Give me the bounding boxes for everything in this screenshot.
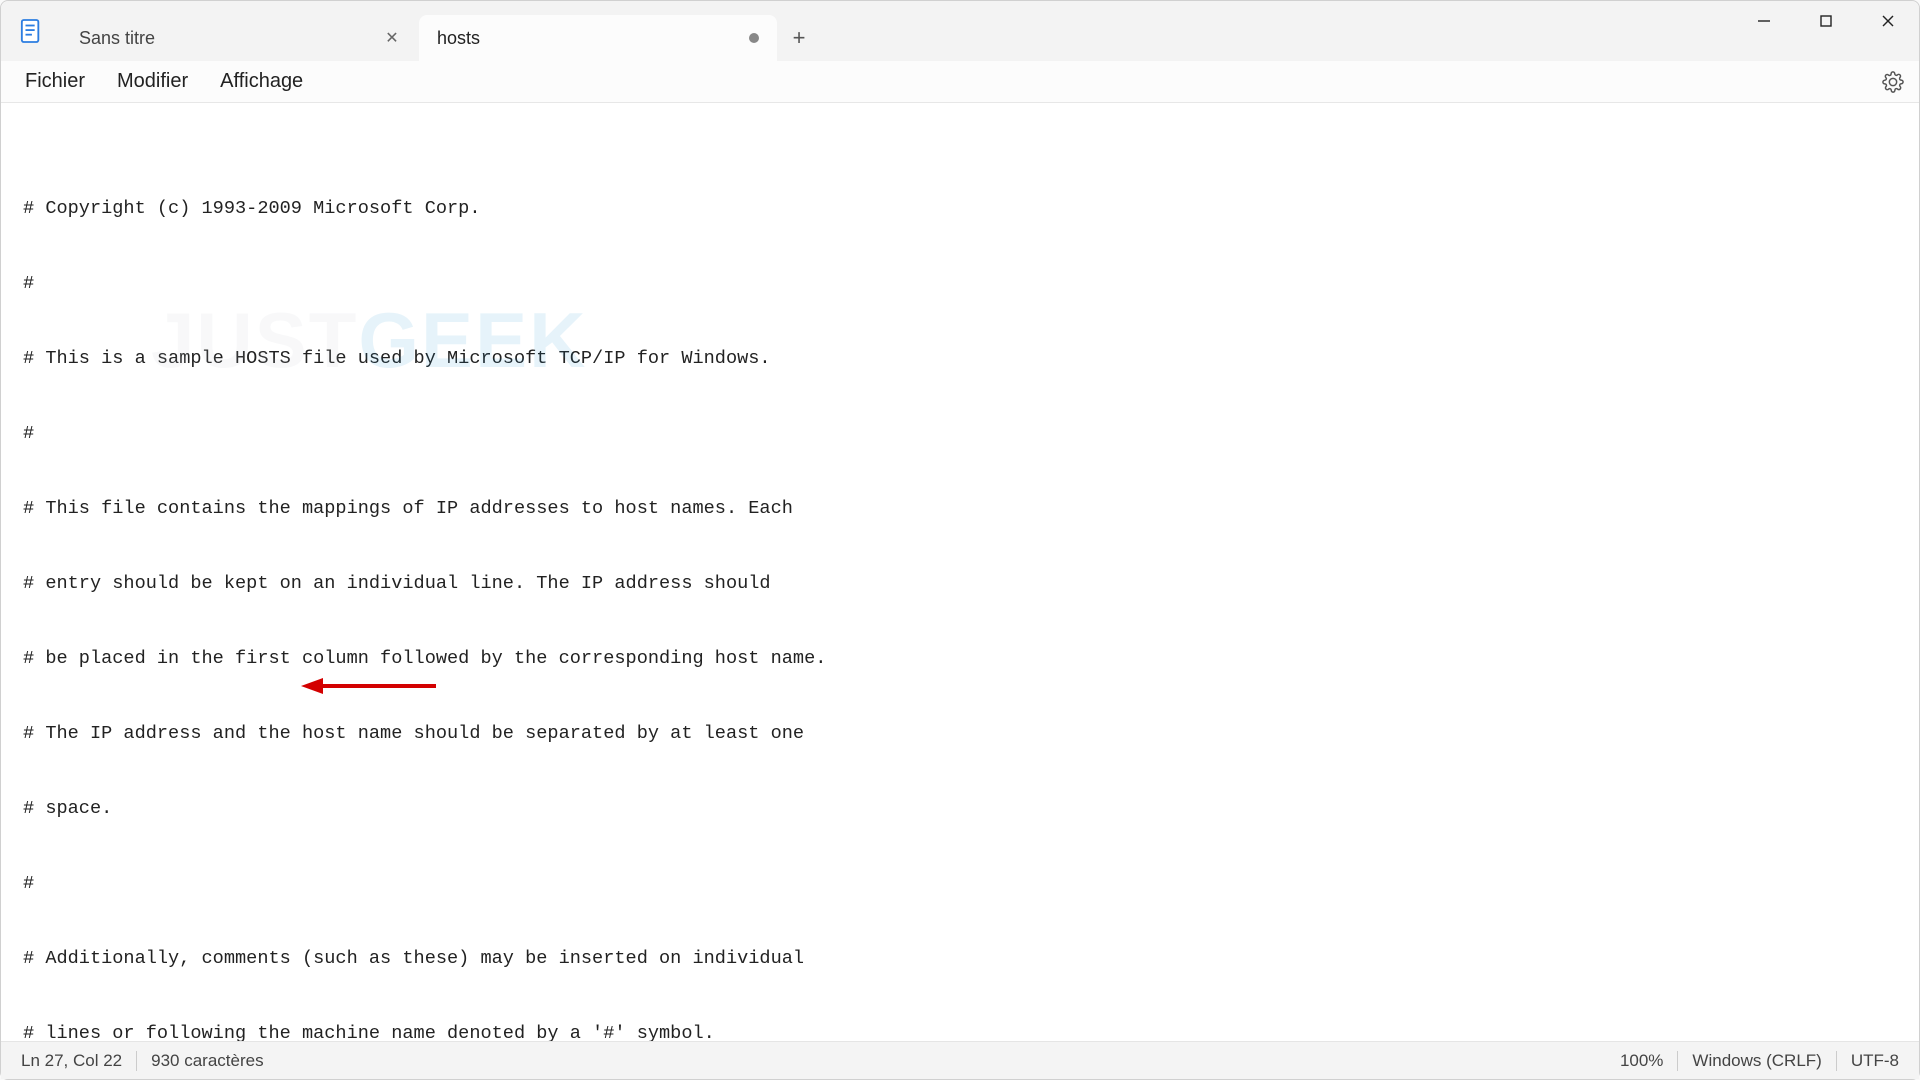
text-line: # This file contains the mappings of IP … — [23, 496, 1897, 521]
text-line: # — [23, 421, 1897, 446]
dirty-indicator-icon — [749, 33, 759, 43]
text-editor[interactable]: JUSTGEEK # Copyright (c) 1993-2009 Micro… — [1, 103, 1919, 1041]
minimize-button[interactable] — [1733, 1, 1795, 41]
tab-title: hosts — [437, 28, 741, 49]
maximize-icon — [1819, 14, 1833, 28]
status-eol[interactable]: Windows (CRLF) — [1692, 1051, 1821, 1071]
plus-icon: + — [793, 25, 806, 51]
settings-button[interactable] — [1875, 64, 1911, 100]
close-button[interactable] — [1857, 1, 1919, 41]
text-line: # — [23, 871, 1897, 896]
text-line: # — [23, 271, 1897, 296]
close-icon — [1881, 14, 1895, 28]
annotation-arrow-icon — [301, 675, 441, 697]
menu-view[interactable]: Affichage — [204, 64, 319, 99]
menubar: Fichier Modifier Affichage — [1, 61, 1919, 103]
close-icon[interactable]: ✕ — [383, 29, 401, 47]
status-zoom[interactable]: 100% — [1620, 1051, 1663, 1071]
text-line: # Additionally, comments (such as these)… — [23, 946, 1897, 971]
menu-file[interactable]: Fichier — [9, 64, 101, 99]
new-tab-button[interactable]: + — [777, 15, 821, 61]
titlebar: Sans titre ✕ hosts + — [1, 1, 1919, 61]
tab-hosts[interactable]: hosts — [419, 15, 777, 61]
tab-untitled[interactable]: Sans titre ✕ — [61, 15, 419, 61]
maximize-button[interactable] — [1795, 1, 1857, 41]
menu-edit[interactable]: Modifier — [101, 64, 204, 99]
tab-title: Sans titre — [79, 28, 383, 49]
status-char-count: 930 caractères — [151, 1051, 263, 1071]
text-line: # lines or following the machine name de… — [23, 1021, 1897, 1041]
statusbar: Ln 27, Col 22 930 caractères 100% Window… — [1, 1041, 1919, 1079]
text-line: # This is a sample HOSTS file used by Mi… — [23, 346, 1897, 371]
text-line: # The IP address and the host name shoul… — [23, 721, 1897, 746]
app-icon — [1, 1, 61, 61]
window-controls — [1733, 1, 1919, 61]
status-encoding[interactable]: UTF-8 — [1851, 1051, 1899, 1071]
text-line: # entry should be kept on an individual … — [23, 571, 1897, 596]
text-line: # be placed in the first column followed… — [23, 646, 1897, 671]
notepad-window: Sans titre ✕ hosts + Fichier M — [0, 0, 1920, 1080]
tab-strip: Sans titre ✕ hosts + — [61, 1, 1733, 61]
status-cursor[interactable]: Ln 27, Col 22 — [21, 1051, 122, 1071]
minimize-icon — [1757, 14, 1771, 28]
gear-icon — [1882, 71, 1904, 93]
text-line: # Copyright (c) 1993-2009 Microsoft Corp… — [23, 196, 1897, 221]
text-line: # space. — [23, 796, 1897, 821]
